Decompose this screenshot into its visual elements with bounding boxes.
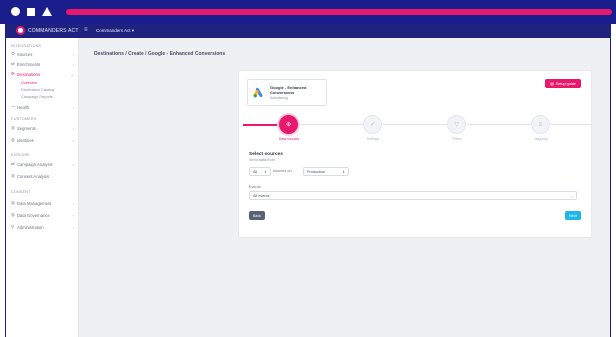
step-progress-line: [243, 124, 281, 126]
sidebar-item-label: Health: [17, 104, 30, 110]
logo-icon: [16, 26, 25, 35]
events-value: All events: [253, 193, 270, 198]
sidebar-item-label: Enrichments: [17, 61, 41, 67]
window-frame: COMMANDERS ACT ≡ Commanders Act ▾ INTEGR…: [0, 0, 616, 337]
sidebar-item-sources[interactable]: ⚙ Sources ›: [11, 50, 74, 58]
check-icon: ✓: [369, 122, 376, 128]
destination-type: Advertising: [270, 96, 288, 100]
sidebar-item-data-governance[interactable]: ◍ Data Governance ›: [11, 211, 74, 219]
step-settings[interactable]: ✓: [363, 115, 382, 134]
sidebar-item-enrichments[interactable]: ⇄ Enrichments ›: [11, 60, 74, 68]
step-connector: [467, 124, 533, 125]
next-button[interactable]: Next: [565, 211, 581, 220]
logo[interactable]: COMMANDERS ACT: [16, 26, 79, 35]
sidebar-item-label: Campaign Analysis: [17, 161, 53, 167]
sidebar-item-consent-analysis[interactable]: ◍ Consent Analysis: [11, 172, 74, 180]
step-data-sources[interactable]: ⊕: [279, 115, 298, 134]
back-button[interactable]: Back: [249, 211, 265, 220]
triangle-icon: [42, 7, 52, 16]
step-label-settings: Settings: [366, 137, 380, 141]
step-label-mapping: Mapping: [534, 137, 548, 141]
step-mapping[interactable]: ≡: [531, 115, 550, 134]
circle-icon: [11, 7, 20, 16]
step-connector: [299, 124, 365, 125]
step-label-filters: Filters: [452, 137, 462, 141]
google-ads-icon: [253, 87, 263, 98]
sidebar-item-segments[interactable]: ◍ Segments ›: [11, 124, 74, 132]
setup-guide-label: Setup guide: [555, 81, 576, 86]
environment-value: Production: [307, 169, 326, 174]
main-content: Destinations / Create / Google - Enhance…: [80, 38, 610, 337]
wizard-stepper: ⊕ Data sources ✓ Settings ▽ Filters ≡ Ma…: [239, 115, 593, 143]
sidebar-item-label: Consent Analysis: [17, 173, 50, 179]
sidebar-item-label: Administration: [17, 224, 44, 230]
step-connector: [383, 124, 449, 125]
sidebar-subitem-overview[interactable]: Overview: [21, 81, 37, 85]
square-icon: [27, 8, 35, 16]
account-switcher[interactable]: Commanders Act ▾: [96, 28, 134, 34]
logo-text: COMMANDERS ACT: [28, 27, 79, 34]
address-bar: [66, 9, 612, 15]
destination-summary: Google - Enhanced Conversions Advertisin…: [247, 79, 327, 106]
chevron-right-icon: ›: [72, 212, 74, 218]
destination-name: Google - Enhanced Conversions: [270, 85, 307, 95]
mapping-icon: ≡: [538, 121, 543, 128]
sidebar-item-label: Segments: [17, 125, 36, 131]
chevron-right-icon: ›: [72, 104, 74, 110]
chevron-right-icon: ›: [72, 51, 74, 57]
sidebar-section-integrations: INTEGRATIONS: [11, 44, 42, 48]
chevron-down-icon: ⌄: [570, 193, 573, 198]
sidebar-section-customers: CUSTOMERS: [11, 117, 37, 121]
sidebar-item-health[interactable]: ⁓ Health ›: [11, 103, 74, 111]
sources-on-label: sources on: [273, 169, 292, 173]
chevron-right-icon: ›: [72, 200, 74, 206]
environment-select[interactable]: Production ⬍: [303, 167, 349, 176]
window-top-bar: [0, 0, 616, 24]
sidebar-subitem-campaign-reports[interactable]: Campaign Reports: [21, 95, 53, 99]
sidebar-item-label: Data Management: [17, 200, 52, 206]
sidebar-item-destinations[interactable]: ⟳ Destinations ⌄: [11, 70, 74, 78]
sidebar-item-label: Sources: [17, 51, 33, 57]
sidebar-item-label: Identities: [17, 137, 34, 143]
chevron-right-icon: ›: [72, 137, 74, 143]
target-icon: ⊕: [285, 122, 292, 128]
sources-subtitle: Send data from: [249, 158, 275, 162]
source-scope-select[interactable]: All ⬍: [249, 167, 271, 176]
chevron-right-icon: ›: [72, 224, 74, 230]
app-window: COMMANDERS ACT ≡ Commanders Act ▾ INTEGR…: [5, 24, 611, 337]
caret-icon: ⬍: [342, 169, 345, 174]
menu-icon[interactable]: ≡: [84, 27, 88, 33]
step-label-data-sources: Data sources: [279, 137, 299, 141]
filter-icon: ▽: [454, 122, 459, 128]
chevron-right-icon: ›: [72, 61, 74, 67]
chevron-right-icon: ›: [72, 125, 74, 131]
step-connector: [551, 124, 591, 125]
chevron-down-icon: ⌄: [70, 71, 74, 77]
sidebar-item-label: Destinations: [17, 71, 41, 77]
sidebar-item-label: Data Governance: [17, 212, 50, 218]
sidebar-subitem-destination-catalog[interactable]: Destination Catalog: [21, 88, 54, 92]
sidebar: INTEGRATIONS ⚙ Sources › ⇄ Enrichments ›…: [6, 38, 79, 337]
events-label: Events: [249, 185, 261, 189]
app-header: COMMANDERS ACT ≡ Commanders Act ▾: [6, 24, 610, 38]
step-filters[interactable]: ▽: [447, 115, 466, 134]
sources-title: Select sources: [249, 152, 283, 157]
book-icon: ▤: [550, 82, 554, 86]
source-scope-value: All: [253, 169, 258, 174]
caret-icon: ⬍: [264, 169, 267, 174]
sidebar-item-identities[interactable]: ◍ Identities ›: [11, 136, 74, 144]
sidebar-item-campaign-analysis[interactable]: ⇄ Campaign Analysis ›: [11, 160, 74, 168]
sidebar-section-consent: CONSENT: [11, 190, 31, 194]
sidebar-item-data-management[interactable]: ◍ Data Management ›: [11, 199, 74, 207]
sidebar-section-explore: EXPLORE: [11, 153, 31, 157]
events-select[interactable]: All events ⌄: [249, 191, 577, 200]
chevron-right-icon: ›: [72, 161, 74, 167]
destination-setup-card: Google - Enhanced Conversions Advertisin…: [238, 70, 592, 238]
setup-guide-button[interactable]: ▤ Setup guide: [545, 79, 581, 88]
breadcrumb: Destinations / Create / Google - Enhance…: [94, 51, 226, 57]
sidebar-item-administration[interactable]: ⚲ Administration ›: [11, 223, 74, 231]
